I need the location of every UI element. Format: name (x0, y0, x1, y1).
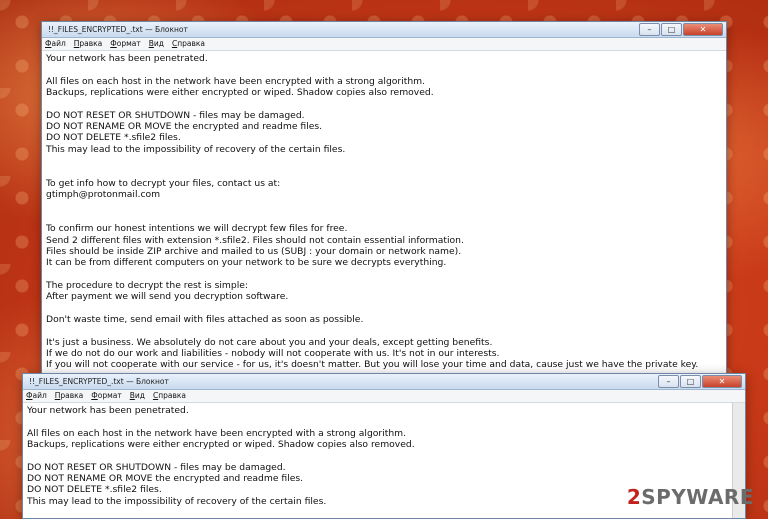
maximize-button[interactable]: □ (661, 23, 682, 36)
text-line: DO NOT RESET OR SHUTDOWN - files may be … (27, 461, 286, 473)
text-line: gtimph@protonmail.com (46, 189, 161, 201)
text-line: Don't waste time, send email with files … (46, 313, 364, 325)
text-line (27, 416, 733, 427)
text-line: Files should be inside ZIP archive and m… (46, 245, 462, 257)
watermark-text: SPYWARE (641, 485, 754, 509)
text-line (46, 98, 726, 109)
text-line: DO NOT RESET OR SHUTDOWN - files may be … (46, 109, 305, 121)
text-line (46, 155, 726, 166)
text-line: The procedure to decrypt the rest is sim… (46, 279, 249, 291)
menu-file[interactable]: Файл (45, 38, 66, 50)
menu-format[interactable]: Формат (91, 390, 121, 402)
text-line: Backups, replications were either encryp… (27, 439, 415, 451)
text-line: DO NOT RENAME OR MOVE the encrypted and … (27, 473, 304, 485)
menu-edit[interactable]: Правка (74, 38, 103, 50)
text-line: Send 2 different files with extension *.… (46, 234, 464, 246)
text-line (46, 269, 726, 280)
text-line: It can be from different computers on yo… (46, 257, 447, 269)
menu-bar: Файл Правка Формат Вид Справка (23, 390, 745, 403)
text-line: It's just a business. We absolutely do n… (46, 336, 493, 348)
text-line: Your network has been penetrated. (27, 405, 189, 416)
text-line: DO NOT RENAME OR MOVE the encrypted and … (46, 121, 323, 133)
watermark-logo: 2SPYWARE (627, 485, 754, 509)
text-line: Backups, replications were either encryp… (46, 87, 434, 99)
menu-format[interactable]: Формат (110, 38, 140, 50)
text-line: All files on each host in the network ha… (27, 427, 407, 439)
text-area[interactable]: Your network has been penetrated. All fil… (42, 51, 726, 373)
menu-bar: Файл Правка Формат Вид Справка (42, 38, 726, 51)
text-line (27, 450, 733, 461)
text-line: If you will not cooperate with our servi… (46, 359, 699, 371)
minimize-button[interactable]: – (658, 375, 679, 388)
text-line: After payment we will send you decryptio… (46, 291, 289, 303)
title-bar[interactable]: !!_FILES_ENCRYPTED_.txt — Блокнот – □ ✕ (42, 22, 726, 38)
text-line (46, 166, 726, 177)
text-line: To get info how to decrypt your files, c… (46, 177, 281, 189)
text-line (46, 212, 726, 223)
text-line (46, 303, 726, 314)
menu-edit[interactable]: Правка (55, 390, 84, 402)
menu-view[interactable]: Вид (149, 38, 164, 50)
text-line (46, 200, 726, 211)
notepad-window-top: !!_FILES_ENCRYPTED_.txt — Блокнот – □ ✕ … (41, 21, 727, 374)
close-button[interactable]: ✕ (702, 375, 742, 388)
menu-file[interactable]: Файл (26, 390, 47, 402)
text-line (46, 64, 726, 75)
window-title: !!_FILES_ENCRYPTED_.txt — Блокнот (29, 377, 169, 386)
menu-view[interactable]: Вид (130, 390, 145, 402)
window-title: !!_FILES_ENCRYPTED_.txt — Блокнот (48, 25, 188, 34)
menu-help[interactable]: Справка (172, 38, 205, 50)
text-line: If we do not do our work and liabilities… (46, 347, 500, 359)
title-bar[interactable]: !!_FILES_ENCRYPTED_.txt — Блокнот – □ ✕ (23, 374, 745, 390)
minimize-button[interactable]: – (639, 23, 660, 36)
close-button[interactable]: ✕ (683, 23, 723, 36)
text-line: This may lead to the impossibility of re… (46, 143, 346, 155)
watermark-prefix: 2 (626, 485, 642, 509)
menu-help[interactable]: Справка (153, 390, 186, 402)
maximize-button[interactable]: □ (680, 375, 701, 388)
text-line: DO NOT DELETE *.sfile2 files. (46, 132, 181, 144)
text-line: To confirm our honest intentions we will… (46, 223, 348, 235)
text-line: Your network has been penetrated. (46, 53, 208, 64)
text-line (46, 325, 726, 336)
text-line: All files on each host in the network ha… (46, 75, 426, 87)
